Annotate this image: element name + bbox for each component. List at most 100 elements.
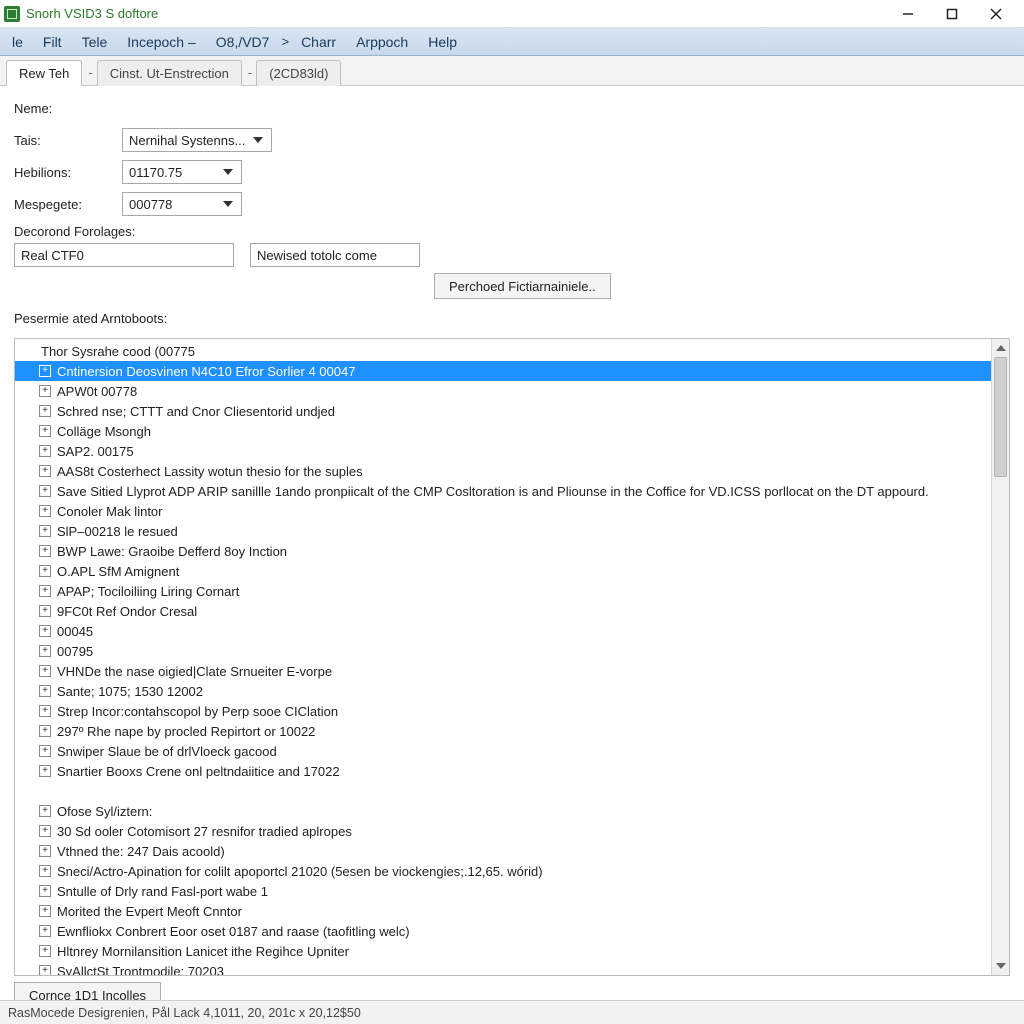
tree-row-label: APW0t 00778 [57,384,137,399]
expander-icon[interactable]: + [39,505,51,517]
expander-icon[interactable]: + [39,525,51,537]
tree-row[interactable]: +VHNDe the nase oigied|Clate Srnueiter E… [15,661,991,681]
tree-row[interactable]: +SyAllctSt Trontmodile: 70203 [15,961,991,975]
tree-row-label: Sneci/Actro-Apination for colilt apoport… [57,864,543,879]
menu-separator: > [279,28,291,55]
scroll-down-arrow-icon[interactable] [992,957,1009,975]
tree-row[interactable]: +O.APL SfM Amignent [15,561,991,581]
expander-icon[interactable]: + [39,625,51,637]
tree-row[interactable]: +Cntinersion Deosvinen N4C10 Efror Sorli… [15,361,991,381]
tree-row[interactable]: +SlP–00218 le resued [15,521,991,541]
expander-icon[interactable]: + [39,405,51,417]
expander-icon[interactable]: + [39,445,51,457]
scroll-track[interactable] [992,357,1009,957]
tab[interactable]: (2CD83ld) [256,60,341,86]
chevron-down-icon [219,169,237,175]
tree-row[interactable]: +30 Sd ooler Cotomisort 27 resnifor trad… [15,821,991,841]
menu-item[interactable]: Charr [291,28,346,55]
tree-row[interactable]: +Hltnrey Mornilansition Lanicet ithe Reg… [15,941,991,961]
tree-row[interactable]: +Colläge Msongh [15,421,991,441]
expander-icon[interactable]: + [39,565,51,577]
tree-row[interactable]: +SAP2. 00175 [15,441,991,461]
tree-row[interactable]: +9FC0t Ref Ondor Cresal [15,601,991,621]
tree-row[interactable]: +Ewnfliokx Conbrert Eoor oset 0187 and r… [15,921,991,941]
expander-icon[interactable]: + [39,885,51,897]
menu-item[interactable]: Tele [72,28,118,55]
expander-icon[interactable]: + [39,925,51,937]
expander-icon[interactable]: + [39,485,51,497]
tree-row[interactable]: +Sntulle of Drly rand Fasl-port wabe 1 [15,881,991,901]
tree-row[interactable]: +00795 [15,641,991,661]
tree-row[interactable]: + Sneci/Actro-Apination for colilt apopor… [15,861,991,881]
expander-icon[interactable]: + [39,545,51,557]
tree-view[interactable]: +Thor Sysrahe cood (00775+Cntinersion De… [15,339,991,975]
tree-row-label: Morited the Evpert Meoft Cnntor [57,904,242,919]
form-area: Neme: Tais: Nernihal Systenns... Hebilio… [0,86,1024,334]
expander-icon[interactable]: + [39,665,51,677]
expander-icon[interactable]: + [39,745,51,757]
tree-row[interactable]: + Morited the Evpert Meoft Cnntor [15,901,991,921]
real-ctf0-input[interactable]: Real CTF0 [14,243,234,267]
tab-separator: - [84,60,96,85]
expander-icon[interactable]: + [39,905,51,917]
tree-row[interactable]: +Snwiper Slaue be of drlVloeck gacood [15,741,991,761]
tree-row[interactable]: +Vthned the: 247 Dais acoold) [15,841,991,861]
menu-item[interactable]: Filt [33,28,72,55]
tree-row[interactable]: +Thor Sysrahe cood (00775 [15,341,991,361]
tree-row[interactable]: +Strep Incor:contahscopol by Perp sooe C… [15,701,991,721]
expander-icon[interactable]: + [39,685,51,697]
close-button[interactable] [974,0,1018,28]
expander-icon[interactable]: + [39,645,51,657]
scroll-up-arrow-icon[interactable] [992,339,1009,357]
tree-row[interactable]: + APAP; Tociloiliing Liring Cornart [15,581,991,601]
expander-icon[interactable]: + [39,765,51,777]
menu-item[interactable]: Help [418,28,467,55]
menu-item[interactable]: O8,/VD7 [206,28,280,55]
minimize-button[interactable] [886,0,930,28]
hebilions-combo[interactable]: 01170.75 [122,160,242,184]
tree-row[interactable]: +Conoler Mak lintor [15,501,991,521]
menu-item[interactable]: Incepoch – [117,28,206,55]
mespegete-value: 000778 [129,197,219,212]
expander-icon[interactable]: + [39,805,51,817]
tree-row[interactable]: +Sante; 1075; 1530 12002 [15,681,991,701]
tree-row[interactable]: + Schred nse; CTTT and Cnor Cliesentorid … [15,401,991,421]
expander-icon[interactable]: + [39,605,51,617]
expander-icon[interactable]: + [39,945,51,957]
expander-icon[interactable]: + [39,465,51,477]
chevron-down-icon [249,137,267,143]
expander-icon[interactable]: + [39,965,51,975]
tree-row[interactable]: +Ofose Syl/iztern: [15,801,991,821]
tree-row[interactable]: +Snartier Booxs Crene onl peltndaiitice … [15,761,991,781]
tree-row-label: 30 Sd ooler Cotomisort 27 resnifor tradi… [57,824,352,839]
vertical-scrollbar[interactable] [991,339,1009,975]
mespegete-combo[interactable]: 000778 [122,192,242,216]
expander-icon[interactable]: + [39,385,51,397]
scroll-thumb[interactable] [994,357,1007,477]
expander-icon[interactable]: + [39,705,51,717]
expander-icon[interactable]: + [39,725,51,737]
tree-row-label: Thor Sysrahe cood (00775 [41,344,195,359]
expander-icon[interactable]: + [39,425,51,437]
menu-item[interactable]: Arppoch [346,28,418,55]
tree-row[interactable]: +297º Rhe nape by procled Repirtort or 1… [15,721,991,741]
tree-row[interactable]: +AAS8t Costerhect Lassity wotun thesio f… [15,461,991,481]
expander-icon[interactable]: + [39,365,51,377]
tree-row[interactable]: +00045 [15,621,991,641]
tree-row-label: APAP; Tociloiliing Liring Cornart [57,584,239,599]
expander-icon[interactable]: + [39,585,51,597]
expander-icon[interactable]: + [39,845,51,857]
tree-row[interactable]: +BWP Lawe: Graoibe Defferd 8oy Inction [15,541,991,561]
tais-combo[interactable]: Nernihal Systenns... [122,128,272,152]
newised-input[interactable]: Newised totolc come [250,243,420,267]
tree-row-label: Schred nse; CTTT and Cnor Cliesentorid u… [57,404,335,419]
perchoed-button[interactable]: Perchoed Fictiarnainiele.. [434,273,611,299]
tree-row[interactable]: + APW0t 00778 [15,381,991,401]
expander-icon[interactable]: + [39,865,51,877]
tab[interactable]: Cinst. Ut-Enstrection [97,60,242,86]
expander-icon[interactable]: + [39,825,51,837]
maximize-button[interactable] [930,0,974,28]
tab[interactable]: Rew Teh [6,60,82,86]
tree-row[interactable]: +Save Sitied Llyprot ADP ARIP sanillle 1… [15,481,991,501]
menu-item[interactable]: le [2,28,33,55]
